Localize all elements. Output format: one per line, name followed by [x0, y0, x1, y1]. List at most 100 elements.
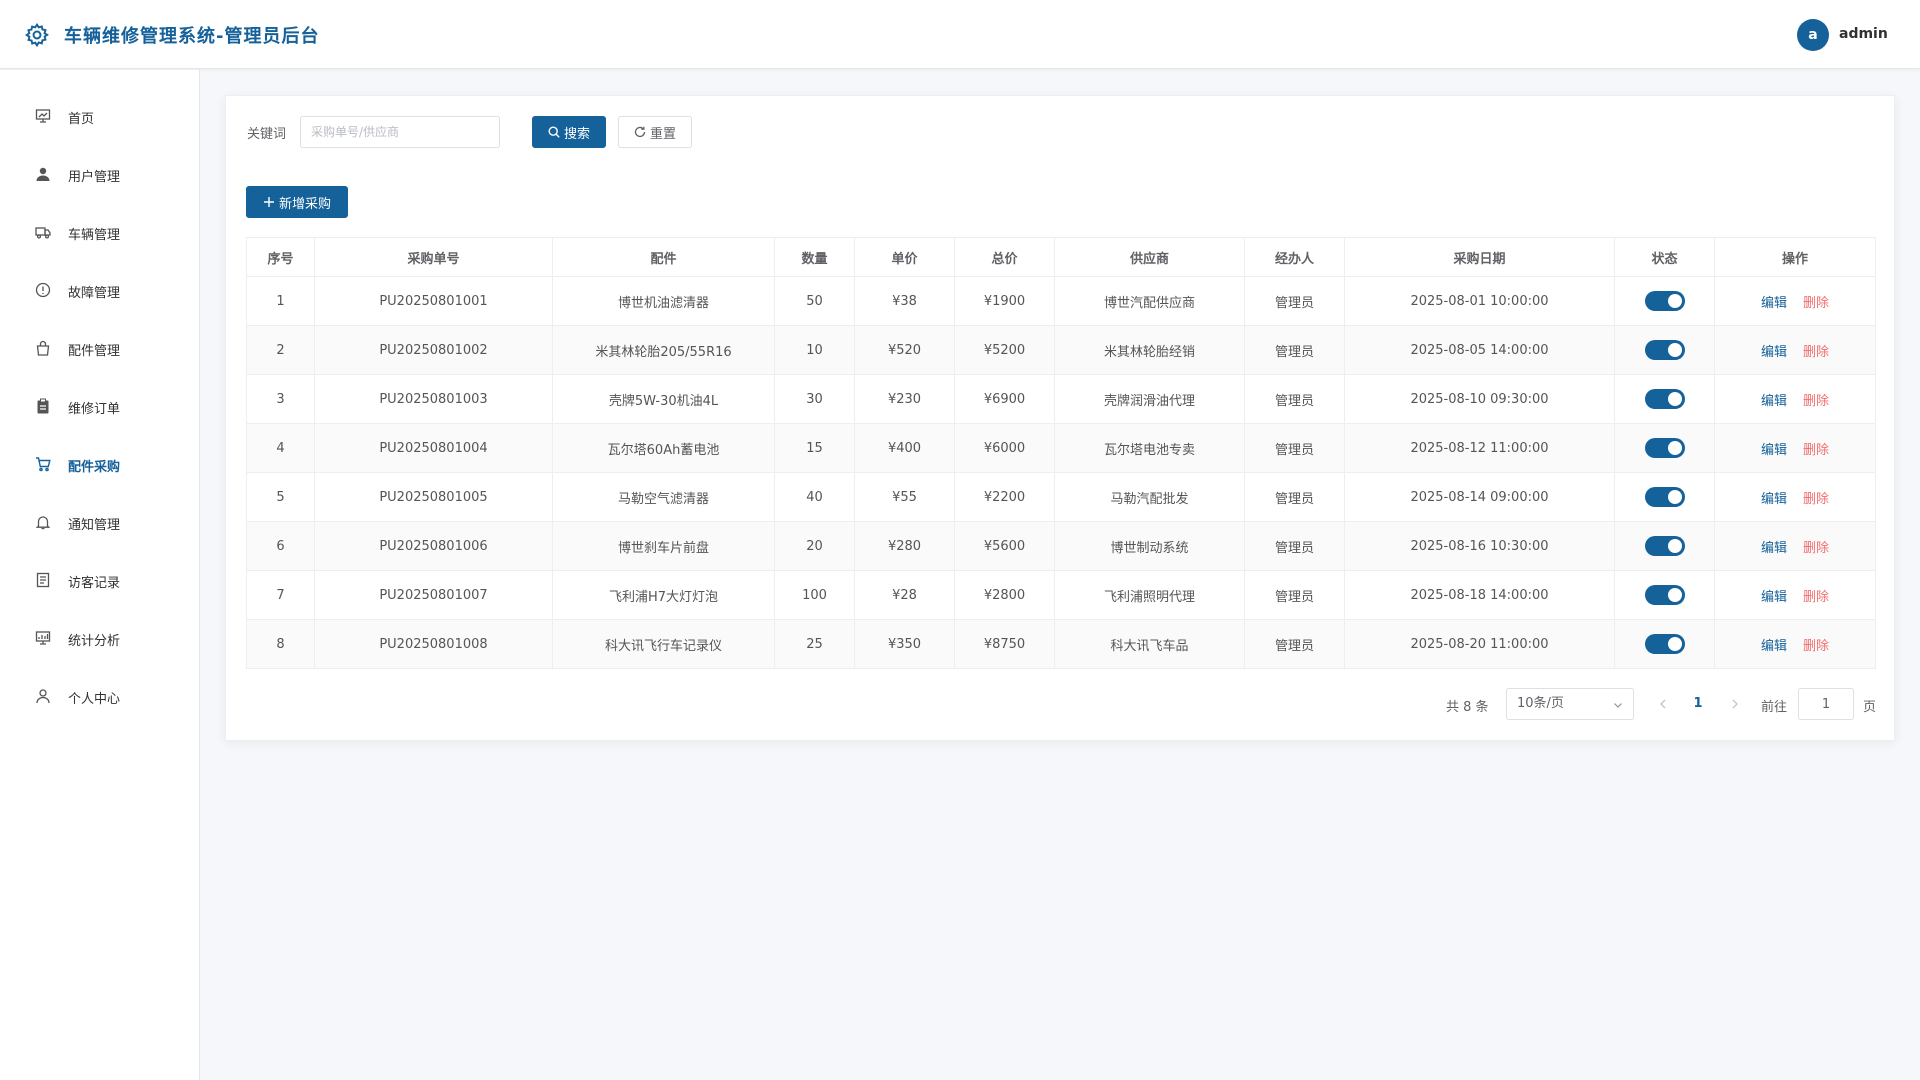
table-row: 5 PU20250801005 马勒空气滤清器 40 ¥55 ¥2200 马勒汽配批发 管理员…: [246, 472, 1876, 522]
status-toggle[interactable]: [1644, 634, 1685, 654]
cell-actions: 编辑 删除: [1714, 374, 1876, 424]
cell-order-no: PU20250801002: [314, 325, 553, 375]
page-size-select[interactable]: 10条/页: [1506, 688, 1634, 720]
sidebar-item-users[interactable]: 用户管理: [0, 154, 199, 194]
cell-unit-price: ¥520: [854, 325, 955, 375]
sidebar-item-parts[interactable]: 配件管理: [0, 328, 199, 368]
toggle-knob: [1667, 490, 1682, 504]
col-header-quantity: 数量: [774, 237, 855, 277]
monitor-icon: [35, 109, 51, 123]
add-purchase-label: 新增采购: [278, 196, 331, 212]
edit-link[interactable]: 编辑: [1761, 590, 1787, 605]
cell-handler: 管理员: [1244, 276, 1345, 326]
cell-part: 飞利浦H7大灯灯泡: [552, 570, 775, 620]
delete-link[interactable]: 删除: [1803, 345, 1829, 360]
status-toggle[interactable]: [1644, 536, 1685, 556]
delete-link[interactable]: 删除: [1803, 639, 1829, 654]
sidebar-item-notifications[interactable]: 通知管理: [0, 502, 199, 542]
reset-button[interactable]: 重置: [618, 116, 692, 148]
edit-link[interactable]: 编辑: [1761, 492, 1787, 507]
search-button-label: 搜索: [563, 126, 590, 142]
cell-unit-price: ¥28: [854, 570, 955, 620]
chart-monitor-icon: [35, 631, 51, 645]
add-purchase-button[interactable]: 新增采购: [246, 186, 348, 218]
search-button[interactable]: 搜索: [532, 116, 606, 148]
cell-handler: 管理员: [1244, 521, 1345, 571]
sidebar-item-vehicles[interactable]: 车辆管理: [0, 212, 199, 252]
sidebar-item-faults[interactable]: 故障管理: [0, 270, 199, 310]
cell-total: ¥5600: [954, 521, 1055, 571]
goto-page-input[interactable]: [1798, 688, 1854, 720]
sidebar-item-label: 故障管理: [68, 286, 121, 301]
status-toggle[interactable]: [1644, 389, 1685, 409]
sidebar-item-repair-orders[interactable]: 维修订单: [0, 386, 199, 426]
toggle-knob: [1667, 392, 1682, 406]
cell-total: ¥6000: [954, 423, 1055, 473]
delete-link[interactable]: 删除: [1803, 296, 1829, 311]
table-body: 1 PU20250801001 博世机油滤清器 50 ¥38 ¥1900 博世汽配供应商 管理…: [246, 276, 1876, 669]
cell-total: ¥1900: [954, 276, 1055, 326]
cell-part: 瓦尔塔60Ah蓄电池: [552, 423, 775, 473]
delete-link[interactable]: 删除: [1803, 541, 1829, 556]
cell-quantity: 10: [774, 325, 855, 375]
delete-link[interactable]: 删除: [1803, 443, 1829, 458]
toggle-knob: [1667, 539, 1682, 553]
status-toggle[interactable]: [1644, 438, 1685, 458]
cell-quantity: 25: [774, 619, 855, 669]
current-page[interactable]: 1: [1688, 696, 1708, 711]
cell-part: 壳牌5W-30机油4L: [552, 374, 775, 424]
sidebar-item-home[interactable]: 首页: [0, 96, 199, 136]
edit-link[interactable]: 编辑: [1761, 296, 1787, 311]
status-toggle[interactable]: [1644, 340, 1685, 360]
cell-quantity: 50: [774, 276, 855, 326]
cell-handler: 管理员: [1244, 570, 1345, 620]
delete-link[interactable]: 删除: [1803, 590, 1829, 605]
cell-supplier: 马勒汽配批发: [1054, 472, 1245, 522]
status-toggle[interactable]: [1644, 291, 1685, 311]
table-header-row: 序号 采购单号 配件 数量 单价 总价 供应商 经办人 采购日期 状态 操作: [246, 237, 1876, 277]
cell-order-no: PU20250801004: [314, 423, 553, 473]
cell-actions: 编辑 删除: [1714, 521, 1876, 571]
chevron-down-icon: [1614, 703, 1622, 708]
reset-button-label: 重置: [649, 126, 676, 142]
sidebar-item-parts-purchase[interactable]: 配件采购: [0, 444, 199, 484]
pagination: 共 8 条 10条/页 1 前往 页: [226, 688, 1896, 720]
sidebar-item-label: 首页: [68, 112, 95, 127]
cell-actions: 编辑 删除: [1714, 276, 1876, 326]
edit-link[interactable]: 编辑: [1761, 541, 1787, 556]
cell-total: ¥5200: [954, 325, 1055, 375]
cell-status: [1614, 276, 1715, 326]
cell-supplier: 飞利浦照明代理: [1054, 570, 1245, 620]
edit-link[interactable]: 编辑: [1761, 394, 1787, 409]
sidebar-item-statistics[interactable]: 统计分析: [0, 618, 199, 658]
cell-quantity: 100: [774, 570, 855, 620]
search-input[interactable]: [300, 116, 500, 148]
col-header-part: 配件: [552, 237, 775, 277]
edit-link[interactable]: 编辑: [1761, 443, 1787, 458]
sidebar-item-label: 统计分析: [68, 634, 121, 649]
cell-date: 2025-08-20 11:00:00: [1344, 619, 1615, 669]
table-row: 2 PU20250801002 米其林轮胎205/55R16 10 ¥520 ¥5200 米…: [246, 325, 1876, 375]
delete-link[interactable]: 删除: [1803, 492, 1829, 507]
delete-link[interactable]: 删除: [1803, 394, 1829, 409]
next-page-icon[interactable]: [1728, 696, 1742, 712]
cell-part: 博世刹车片前盘: [552, 521, 775, 571]
avatar[interactable]: a: [1797, 19, 1829, 51]
prev-page-icon[interactable]: [1656, 696, 1670, 712]
toggle-knob: [1667, 441, 1682, 455]
sidebar-item-profile[interactable]: 个人中心: [0, 676, 199, 716]
edit-link[interactable]: 编辑: [1761, 345, 1787, 360]
cell-supplier: 米其林轮胎经销: [1054, 325, 1245, 375]
edit-link[interactable]: 编辑: [1761, 639, 1787, 654]
cell-index: 8: [246, 619, 315, 669]
cell-status: [1614, 423, 1715, 473]
sidebar-item-visitors[interactable]: 访客记录: [0, 560, 199, 600]
status-toggle[interactable]: [1644, 585, 1685, 605]
cell-handler: 管理员: [1244, 374, 1345, 424]
toggle-knob: [1667, 343, 1682, 357]
username[interactable]: admin: [1839, 26, 1888, 42]
status-toggle[interactable]: [1644, 487, 1685, 507]
document-icon: [36, 572, 50, 588]
table-row: 8 PU20250801008 科大讯飞行车记录仪 25 ¥350 ¥8750 科大讯飞车品…: [246, 619, 1876, 669]
cell-handler: 管理员: [1244, 619, 1345, 669]
